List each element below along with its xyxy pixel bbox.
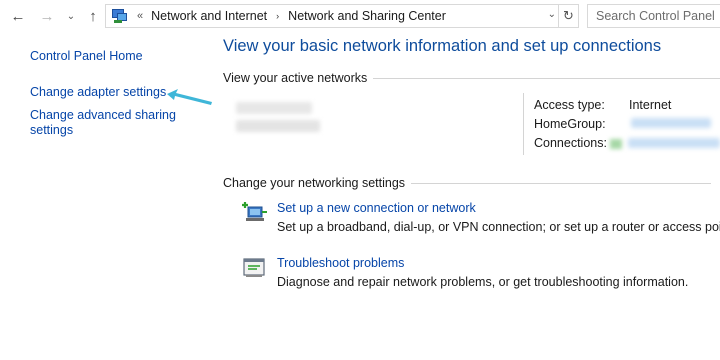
address-dropdown-chevron-icon[interactable]: ⌄ (548, 9, 556, 20)
sidebar-item-change-advanced-sharing-settings[interactable]: Change advanced sharing settings (30, 108, 180, 138)
homegroup-link-redacted[interactable] (631, 118, 711, 128)
recent-locations-chevron-icon[interactable]: ⌄ (62, 6, 80, 26)
active-networks-header: View your active networks (223, 71, 720, 85)
network-name-redacted (236, 102, 312, 114)
address-toolbar: ← → ⌄ ↑ « Network and Internet › Network… (0, 0, 720, 32)
troubleshoot-problems-description: Diagnose and repair network problems, or… (277, 275, 689, 289)
connection-signal-icon (610, 139, 622, 149)
sidebar-item-change-adapter-settings[interactable]: Change adapter settings (30, 85, 166, 100)
setup-new-connection-link[interactable]: Set up a new connection or network (277, 201, 476, 215)
up-arrow-icon[interactable]: ↑ (84, 6, 102, 26)
troubleshoot-icon (243, 258, 265, 277)
pointer-arrow-icon (167, 89, 212, 105)
connection-link-redacted[interactable] (628, 138, 720, 148)
search-input[interactable]: Search Control Panel (587, 4, 720, 28)
change-settings-header: Change your networking settings (223, 176, 712, 190)
breadcrumb-network-and-internet[interactable]: Network and Internet (151, 9, 267, 23)
sidebar-item-control-panel-home[interactable]: Control Panel Home (30, 49, 143, 64)
breadcrumb-network-and-sharing-center[interactable]: Network and Sharing Center (288, 9, 446, 23)
troubleshoot-problems-link[interactable]: Troubleshoot problems (277, 256, 404, 270)
refresh-icon[interactable]: ↻ (558, 5, 578, 27)
new-connection-icon (242, 202, 267, 221)
homegroup-label: HomeGroup: (534, 117, 606, 131)
network-sharing-icon (111, 8, 129, 24)
breadcrumb-separator-icon[interactable]: › (276, 11, 279, 21)
back-arrow-icon[interactable]: ← (9, 6, 27, 26)
access-type-value: Internet (629, 98, 672, 112)
connections-label: Connections: (534, 136, 607, 150)
forward-arrow-icon[interactable]: → (38, 6, 56, 26)
address-bar[interactable]: « Network and Internet › Network and Sha… (105, 4, 579, 28)
setup-new-connection-description: Set up a broadband, dial-up, or VPN conn… (277, 220, 720, 234)
access-type-label: Access type: (534, 98, 605, 112)
page-title: View your basic network information and … (223, 37, 662, 55)
details-divider (523, 93, 524, 155)
network-category-redacted (236, 120, 320, 132)
breadcrumb-overflow-icon[interactable]: « (137, 10, 143, 22)
